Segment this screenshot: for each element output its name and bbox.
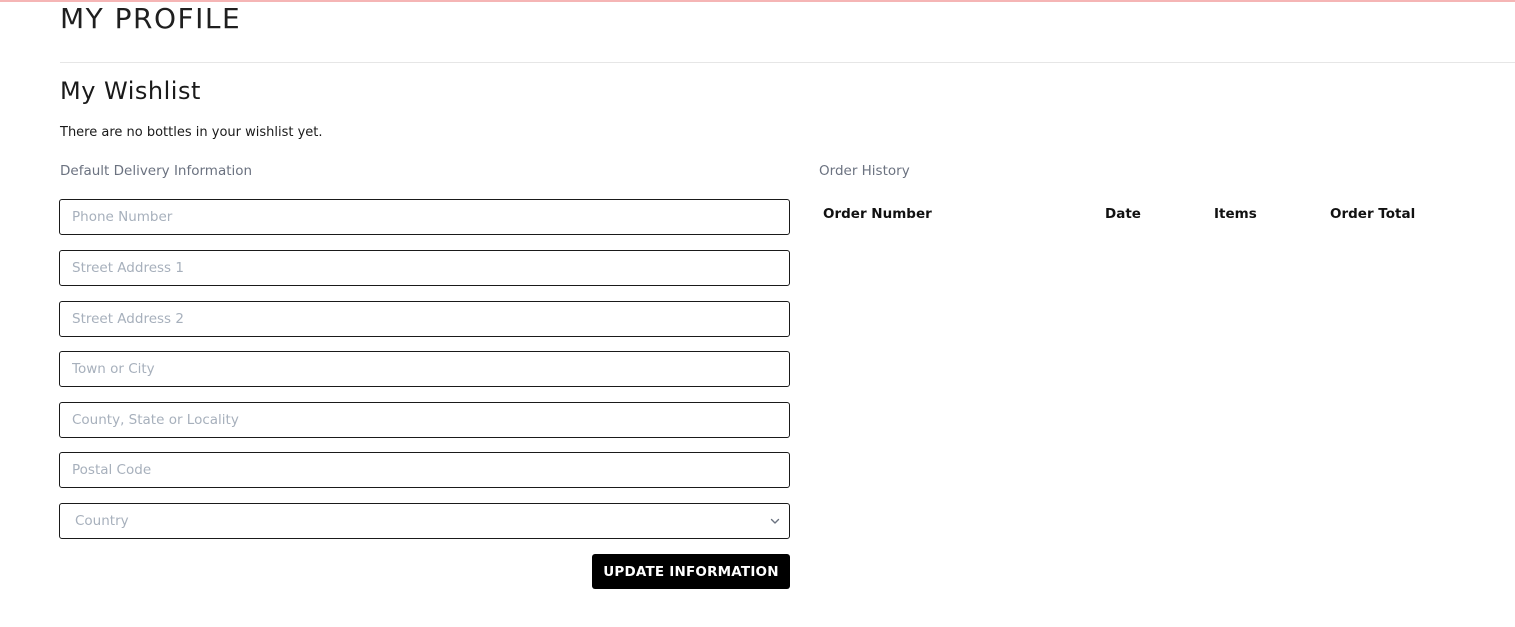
county-state-input[interactable]: [59, 402, 790, 438]
date-column-header: Date: [1105, 206, 1141, 222]
page-title: MY PROFILE: [60, 2, 242, 35]
order-number-column-header: Order Number: [823, 206, 932, 222]
items-column-header: Items: [1214, 206, 1257, 222]
country-select-value: Country: [75, 513, 129, 529]
wishlist-empty-message: There are no bottles in your wishlist ye…: [60, 125, 323, 140]
wishlist-title: My Wishlist: [60, 77, 201, 105]
country-select[interactable]: Country: [59, 503, 790, 539]
order-total-column-header: Order Total: [1330, 206, 1416, 222]
update-information-button[interactable]: UPDATE INFORMATION: [592, 554, 790, 589]
postal-code-input[interactable]: [59, 452, 790, 488]
order-history-label: Order History: [819, 163, 910, 179]
street-address-1-input[interactable]: [59, 250, 790, 286]
town-city-input[interactable]: [59, 351, 790, 387]
header-divider: [60, 62, 1515, 63]
delivery-section-label: Default Delivery Information: [60, 163, 253, 179]
phone-number-input[interactable]: [59, 199, 790, 235]
chevron-down-icon: [770, 518, 780, 524]
street-address-2-input[interactable]: [59, 301, 790, 337]
profile-page: MY PROFILE My Wishlist There are no bott…: [0, 0, 1515, 627]
